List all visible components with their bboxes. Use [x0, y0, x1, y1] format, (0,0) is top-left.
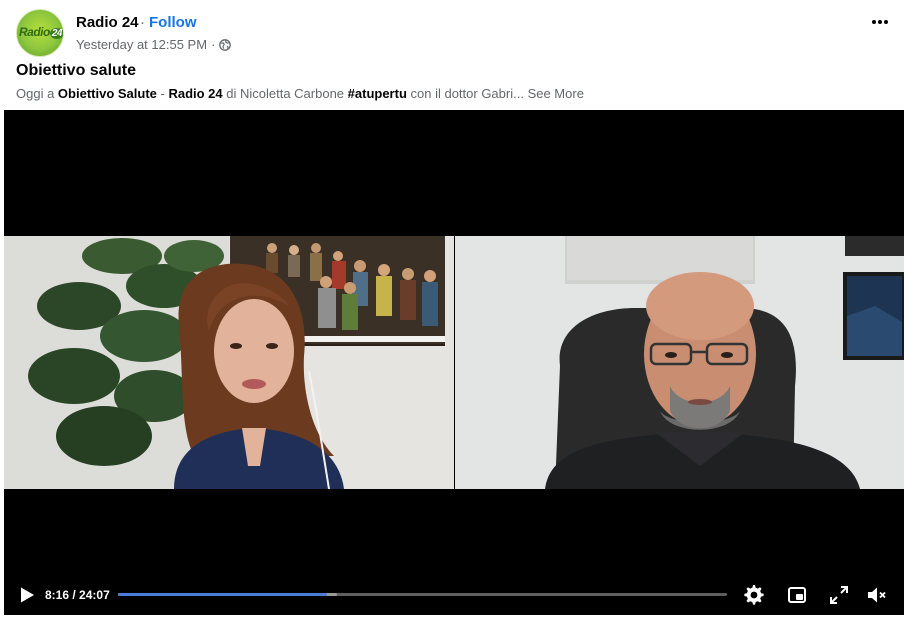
hashtag-link[interactable]: #atupertu — [348, 86, 407, 101]
post-text-bold: Obiettivo Salute — [57, 86, 157, 101]
post-text-part: - — [156, 86, 169, 101]
video-controls: 8:16 / 24:07 — [4, 578, 904, 612]
post-header: Radio 24 Radio 24 · Follow Yesterday at 1… — [0, 0, 908, 60]
picture-in-picture-icon[interactable] — [786, 584, 808, 606]
video-frame-host — [4, 236, 454, 489]
name-separator: · — [140, 14, 145, 31]
time-display: 8:16 / 24:07 — [45, 588, 110, 602]
current-time: 8:16 — [45, 588, 70, 602]
host-scene — [4, 236, 454, 489]
post-timestamp[interactable]: Yesterday at 12:55 PM — [76, 37, 207, 52]
video-frame-guest — [455, 236, 904, 489]
total-time: 24:07 — [79, 588, 110, 602]
video-player[interactable]: 8:16 / 24:07 — [4, 110, 904, 615]
fullscreen-icon[interactable] — [828, 584, 850, 606]
guest-scene — [455, 236, 904, 489]
muted-volume-icon[interactable] — [865, 584, 887, 606]
post-text-part: Oggi a — [16, 86, 58, 101]
post-title: Obiettivo salute — [16, 62, 137, 79]
post-text-part: di Nicoletta Carbone — [222, 86, 348, 101]
progress-bar[interactable] — [118, 593, 727, 596]
more-options-button[interactable] — [868, 12, 892, 32]
globe-icon — [219, 38, 232, 51]
avatar-logo: Radio 24 — [19, 25, 63, 39]
more-horizontal-icon — [872, 20, 888, 24]
progress-fill — [118, 593, 327, 596]
time-separator: / — [69, 588, 80, 602]
post-text-bold: Radio 24 — [168, 86, 223, 101]
page-avatar[interactable]: Radio 24 — [16, 9, 64, 57]
post-meta: Yesterday at 12:55 PM · — [76, 37, 232, 52]
timestamp-separator: · — [211, 37, 216, 52]
play-icon[interactable] — [18, 586, 36, 604]
page-name-link[interactable]: Radio 24 — [76, 14, 139, 31]
post-text-part: con il dottor Gabri... — [406, 86, 528, 101]
follow-button[interactable]: Follow — [149, 14, 197, 31]
see-more-link[interactable]: See More — [528, 86, 584, 101]
gear-icon[interactable] — [743, 584, 765, 606]
post-text: Oggi a Obiettivo Salute - Radio 24 di Ni… — [16, 86, 584, 101]
